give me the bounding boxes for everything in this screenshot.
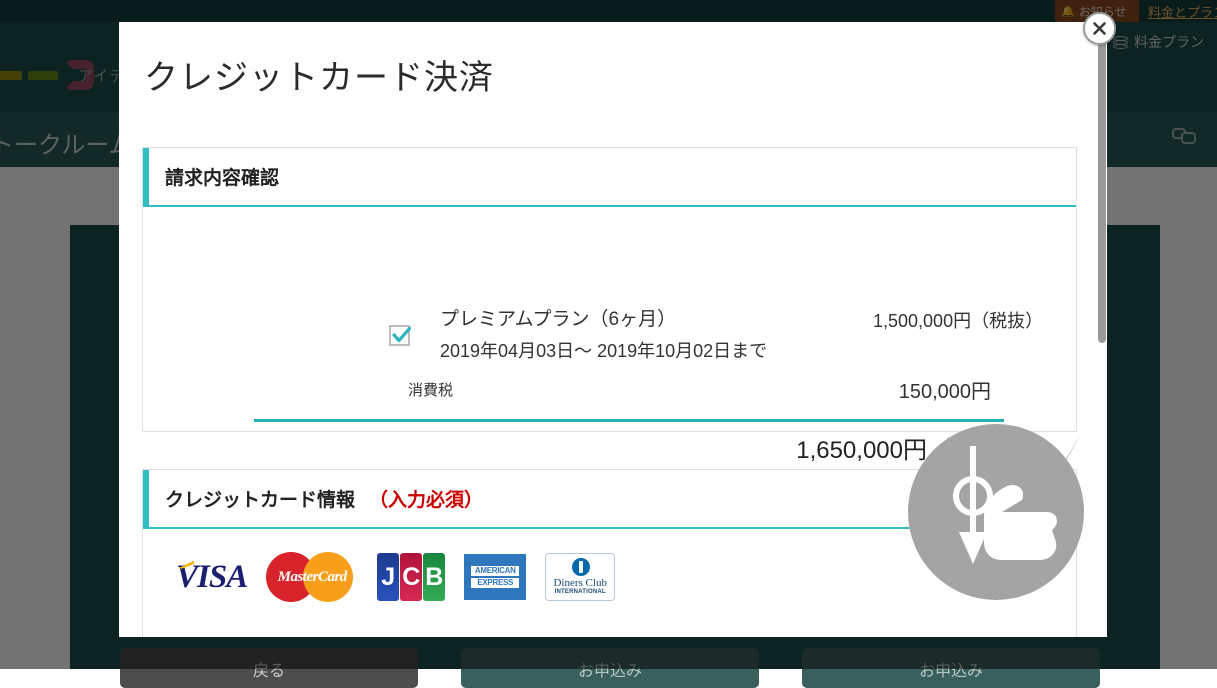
total-amount: 1,650,000円（税込） <box>703 430 1023 465</box>
close-icon[interactable] <box>1083 12 1116 45</box>
plan-period: 2019年04月03日〜 2019年10月02日まで <box>440 337 767 363</box>
diners-logo-line1: Diners Club <box>546 577 614 589</box>
accepted-card-brands: VISA MasterCard JCB <box>176 552 615 602</box>
plan-checkbox[interactable] <box>389 325 410 346</box>
diners-ring-icon <box>572 558 590 576</box>
amex-logo-line2: EXPRESS <box>471 578 519 588</box>
mastercard-logo-label: MasterCard <box>266 569 358 586</box>
dialog-title: クレジットカード決済 <box>144 50 494 99</box>
credit-card-info-card: クレジットカード情報 （入力必須） VISA <box>142 469 1077 637</box>
diners-logo-line2: INTERNATIONAL <box>546 589 614 595</box>
jcb-logo: JCB <box>377 552 445 602</box>
tax-amount: 150,000円 <box>841 375 991 404</box>
card-info-section-body: VISA MasterCard JCB <box>143 529 1076 637</box>
billing-section-body: プレミアムプラン（6ヶ月） 2019年04月03日〜 2019年10月02日まで… <box>143 207 1076 429</box>
card-info-section-header: クレジットカード情報 （入力必須） <box>143 470 1076 529</box>
tax-label: 消費税 <box>408 379 453 400</box>
dialog-scrollbar-thumb[interactable] <box>1098 25 1106 343</box>
mastercard-logo: MasterCard <box>266 552 358 602</box>
plan-name: プレミアムプラン（6ヶ月） <box>440 304 676 331</box>
visa-logo: VISA <box>176 552 247 602</box>
billing-summary-card: 請求内容確認 プレミアムプラン（6ヶ月） 2019年04月03日〜 2019年1… <box>142 147 1077 432</box>
card-info-section-title: クレジットカード情報 <box>165 485 355 512</box>
total-divider <box>254 419 1004 422</box>
diners-logo: Diners Club INTERNATIONAL <box>545 552 615 602</box>
amex-logo: AMERICAN EXPRESS <box>464 552 526 602</box>
billing-section-title: 請求内容確認 <box>165 163 279 190</box>
plan-amount: 1,500,000円（税抜） <box>873 307 1043 333</box>
credit-card-payment-dialog: クレジットカード決済 請求内容確認 プレミアムプラン（6ヶ月） 2019年04月… <box>119 22 1107 637</box>
visa-logo-label: VISA <box>176 559 247 595</box>
billing-section-header: 請求内容確認 <box>143 148 1076 207</box>
amex-logo-line1: AMERICAN <box>471 566 519 576</box>
dialog-scrollbar[interactable] <box>1096 22 1107 637</box>
card-info-required-note: （入力必須） <box>369 485 483 512</box>
